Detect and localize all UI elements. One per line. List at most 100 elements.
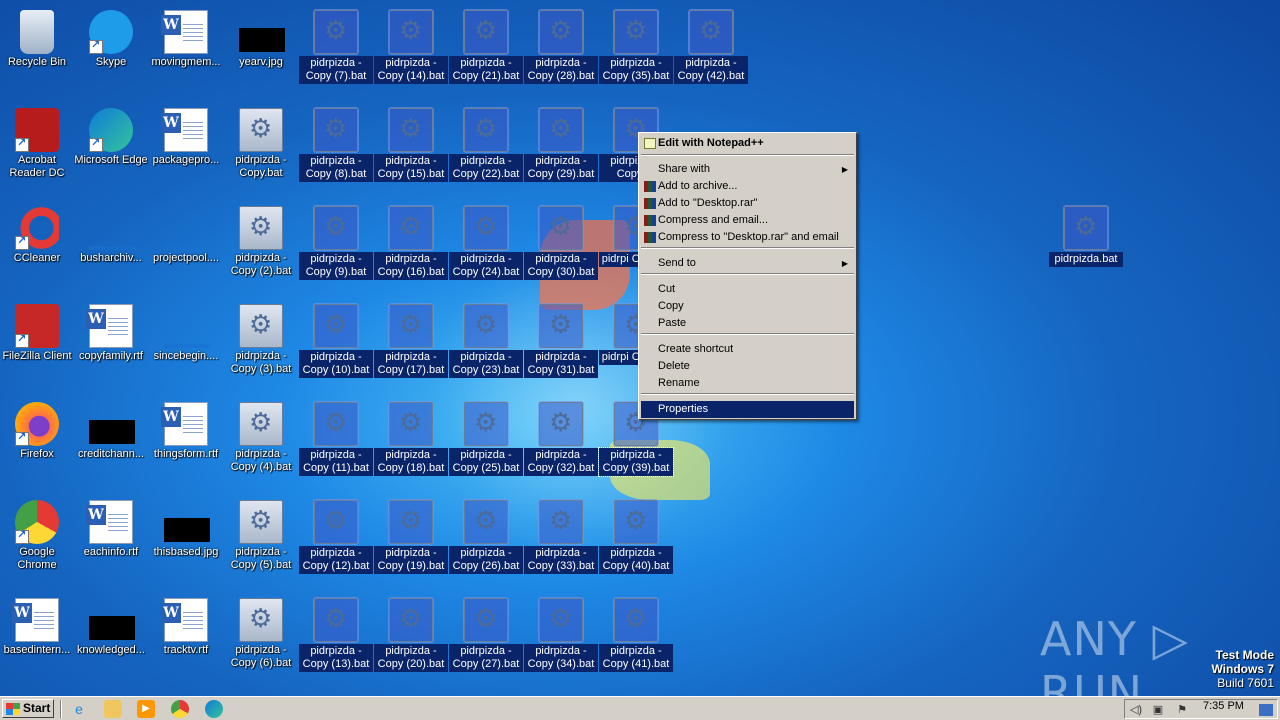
batch-file-item[interactable]: pidrpizda - Copy (30).bat xyxy=(524,200,598,292)
menu-item-share-with[interactable]: Share with ▶ xyxy=(641,161,854,178)
menu-item-label: Share with xyxy=(658,163,710,175)
desktop-icon-label: pidrpizda - Copy (19).bat xyxy=(374,546,448,574)
batch-file-item[interactable]: pidrpizda - Copy (20).bat xyxy=(374,592,448,684)
desktop-icon[interactable]: thisbased.jpg xyxy=(149,494,223,586)
desktop-icon[interactable]: Firefox xyxy=(0,396,74,488)
batch-file-item[interactable]: pidrpizda - Copy (42).bat xyxy=(674,4,748,96)
menu-item-label: Delete xyxy=(658,360,690,372)
menu-item-add-to-archive[interactable]: Add to archive... xyxy=(641,178,854,195)
batch-file-item[interactable]: pidrpizda - Copy (14).bat xyxy=(374,4,448,96)
batch-file-item[interactable]: pidrpizda - Copy (10).bat xyxy=(299,298,373,390)
desktop[interactable]: Recycle Bin Acrobat Reader DC CCleaner File… xyxy=(0,0,1280,696)
desktop-icon[interactable]: basedintern... xyxy=(0,592,74,684)
start-button[interactable]: Start xyxy=(2,699,54,718)
desktop-icon[interactable]: copyfamily.rtf xyxy=(74,298,148,390)
desktop-icon[interactable]: Microsoft Edge xyxy=(74,102,148,194)
show-desktop-icon[interactable] xyxy=(1259,704,1273,716)
desktop-icon[interactable]: pidrpizda - Copy.bat xyxy=(224,102,298,194)
desktop-icon[interactable]: pidrpizda - Copy (3).bat xyxy=(224,298,298,390)
desktop-icon[interactable]: pidrpizda - Copy (2).bat xyxy=(224,200,298,292)
batch-file-item[interactable]: pidrpizda - Copy (12).bat xyxy=(299,494,373,586)
menu-item-paste[interactable]: Paste xyxy=(641,315,854,332)
explorer-icon[interactable] xyxy=(104,700,122,718)
speaker-icon[interactable]: ◁) xyxy=(1129,704,1143,716)
batch-file-icon xyxy=(388,401,434,447)
desktop-icon[interactable]: pidrpizda - Copy (4).bat xyxy=(224,396,298,488)
desktop-icon[interactable]: thingsform.rtf xyxy=(149,396,223,488)
menu-item-create-shortcut[interactable]: Create shortcut xyxy=(641,341,854,358)
ie-icon[interactable]: e xyxy=(70,700,88,718)
network-icon[interactable]: ▣ xyxy=(1151,704,1165,716)
desktop-icon[interactable]: pidrpizda - Copy (5).bat xyxy=(224,494,298,586)
windows-logo-icon xyxy=(6,703,20,715)
desktop-icon[interactable]: Recycle Bin xyxy=(0,4,74,96)
batch-file-item[interactable]: pidrpizda - Copy (21).bat xyxy=(449,4,523,96)
batch-file-item[interactable]: pidrpizda - Copy (11).bat xyxy=(299,396,373,488)
batch-file-item[interactable]: pidrpizda - Copy (18).bat xyxy=(374,396,448,488)
desktop-icon[interactable]: projectpool.... xyxy=(149,200,223,292)
media-player-icon[interactable]: ▶ xyxy=(137,700,155,718)
menu-item-compress-and-email[interactable]: Compress and email... xyxy=(641,212,854,229)
batch-file-item[interactable]: pidrpizda - Copy (29).bat xyxy=(524,102,598,194)
edge-icon[interactable] xyxy=(205,700,223,718)
desktop-icon[interactable]: yearv.jpg xyxy=(224,4,298,96)
menu-item-delete[interactable]: Delete xyxy=(641,358,854,375)
batch-file-item[interactable]: pidrpizda - Copy (34).bat xyxy=(524,592,598,684)
batch-file-item[interactable]: pidrpizda.bat xyxy=(1049,200,1123,292)
desktop-icon[interactable]: sincebegin.... xyxy=(149,298,223,390)
desktop-icon[interactable]: packagepro... xyxy=(149,102,223,194)
batch-file-item[interactable]: pidrpizda - Copy (15).bat xyxy=(374,102,448,194)
desktop-icon[interactable]: Skype xyxy=(74,4,148,96)
desktop-icon[interactable]: knowledged... xyxy=(74,592,148,684)
menu-item-add-to-desktop-rar[interactable]: Add to "Desktop.rar" xyxy=(641,195,854,212)
batch-file-icon xyxy=(613,597,659,643)
desktop-icon[interactable]: busharchiv... xyxy=(74,200,148,292)
batch-file-item[interactable]: pidrpizda - Copy (22).bat xyxy=(449,102,523,194)
batch-file-item[interactable]: pidrpizda - Copy (16).bat xyxy=(374,200,448,292)
batch-file-item[interactable]: pidrpizda - Copy (13).bat xyxy=(299,592,373,684)
batch-file-item[interactable]: pidrpizda - Copy (25).bat xyxy=(449,396,523,488)
batch-file-item[interactable]: pidrpizda - Copy (35).bat xyxy=(599,4,673,96)
menu-item-cut[interactable]: Cut xyxy=(641,281,854,298)
menu-item-compress-to-desktop-rar-and-email[interactable]: Compress to "Desktop.rar" and email xyxy=(641,229,854,246)
batch-file-item[interactable]: pidrpizda - Copy (40).bat xyxy=(599,494,673,586)
menu-item-send-to[interactable]: Send to ▶ xyxy=(641,255,854,272)
batch-file-item[interactable]: pidrpizda - Copy (17).bat xyxy=(374,298,448,390)
submenu-arrow-icon: ▶ xyxy=(841,259,848,268)
batch-file-item[interactable]: pidrpizda - Copy (23).bat xyxy=(449,298,523,390)
menu-item-properties[interactable]: Properties xyxy=(641,401,854,418)
batch-file-item[interactable]: pidrpizda - Copy (8).bat xyxy=(299,102,373,194)
batch-file-item[interactable]: pidrpizda - Copy (31).bat xyxy=(524,298,598,390)
batch-file-icon xyxy=(463,597,509,643)
desktop-icon-label: thingsform.rtf xyxy=(153,448,219,460)
desktop-icon[interactable]: Google Chrome xyxy=(0,494,74,586)
desktop-icon[interactable]: CCleaner xyxy=(0,200,74,292)
action-center-flag-icon[interactable]: ⚑ xyxy=(1175,704,1189,716)
desktop-icon-label: pidrpizda - Copy (22).bat xyxy=(449,154,523,182)
batch-file-item[interactable]: pidrpizda - Copy (26).bat xyxy=(449,494,523,586)
menu-item-rename[interactable]: Rename xyxy=(641,375,854,392)
batch-file-item[interactable]: pidrpizda - Copy (27).bat xyxy=(449,592,523,684)
word-doc-icon xyxy=(86,500,133,544)
menu-item-edit-with-notepad[interactable]: Edit with Notepad++ xyxy=(641,135,854,152)
batch-file-item[interactable]: pidrpizda - Copy (24).bat xyxy=(449,200,523,292)
batch-file-item[interactable]: pidrpizda - Copy (33).bat xyxy=(524,494,598,586)
batch-file-item[interactable]: pidrpizda - Copy (7).bat xyxy=(299,4,373,96)
batch-file-item[interactable]: pidrpizda - Copy (9).bat xyxy=(299,200,373,292)
desktop-icon[interactable]: tracktv.rtf xyxy=(149,592,223,684)
batch-file-item[interactable]: pidrpizda - Copy (28).bat xyxy=(524,4,598,96)
batch-file-item[interactable]: pidrpizda - Copy (41).bat xyxy=(599,592,673,684)
system-tray: ◁) ▣ ⚑ xyxy=(1124,699,1278,719)
batch-file-item[interactable]: pidrpizda - Copy (19).bat xyxy=(374,494,448,586)
desktop-icon[interactable]: eachinfo.rtf xyxy=(74,494,148,586)
desktop-icon[interactable]: Acrobat Reader DC xyxy=(0,102,74,194)
clock[interactable]: 7:35 PM xyxy=(1203,700,1244,712)
menu-item-copy[interactable]: Copy xyxy=(641,298,854,315)
desktop-icon[interactable]: FileZilla Client xyxy=(0,298,74,390)
chrome-icon[interactable] xyxy=(171,700,189,718)
batch-file-item[interactable]: pidrpizda - Copy (32).bat xyxy=(524,396,598,488)
desktop-icon[interactable]: movingmem... xyxy=(149,4,223,96)
desktop-icon[interactable]: creditchann... xyxy=(74,396,148,488)
menu-item-label: Compress to "Desktop.rar" and email xyxy=(658,231,839,243)
desktop-icon[interactable]: pidrpizda - Copy (6).bat xyxy=(224,592,298,684)
